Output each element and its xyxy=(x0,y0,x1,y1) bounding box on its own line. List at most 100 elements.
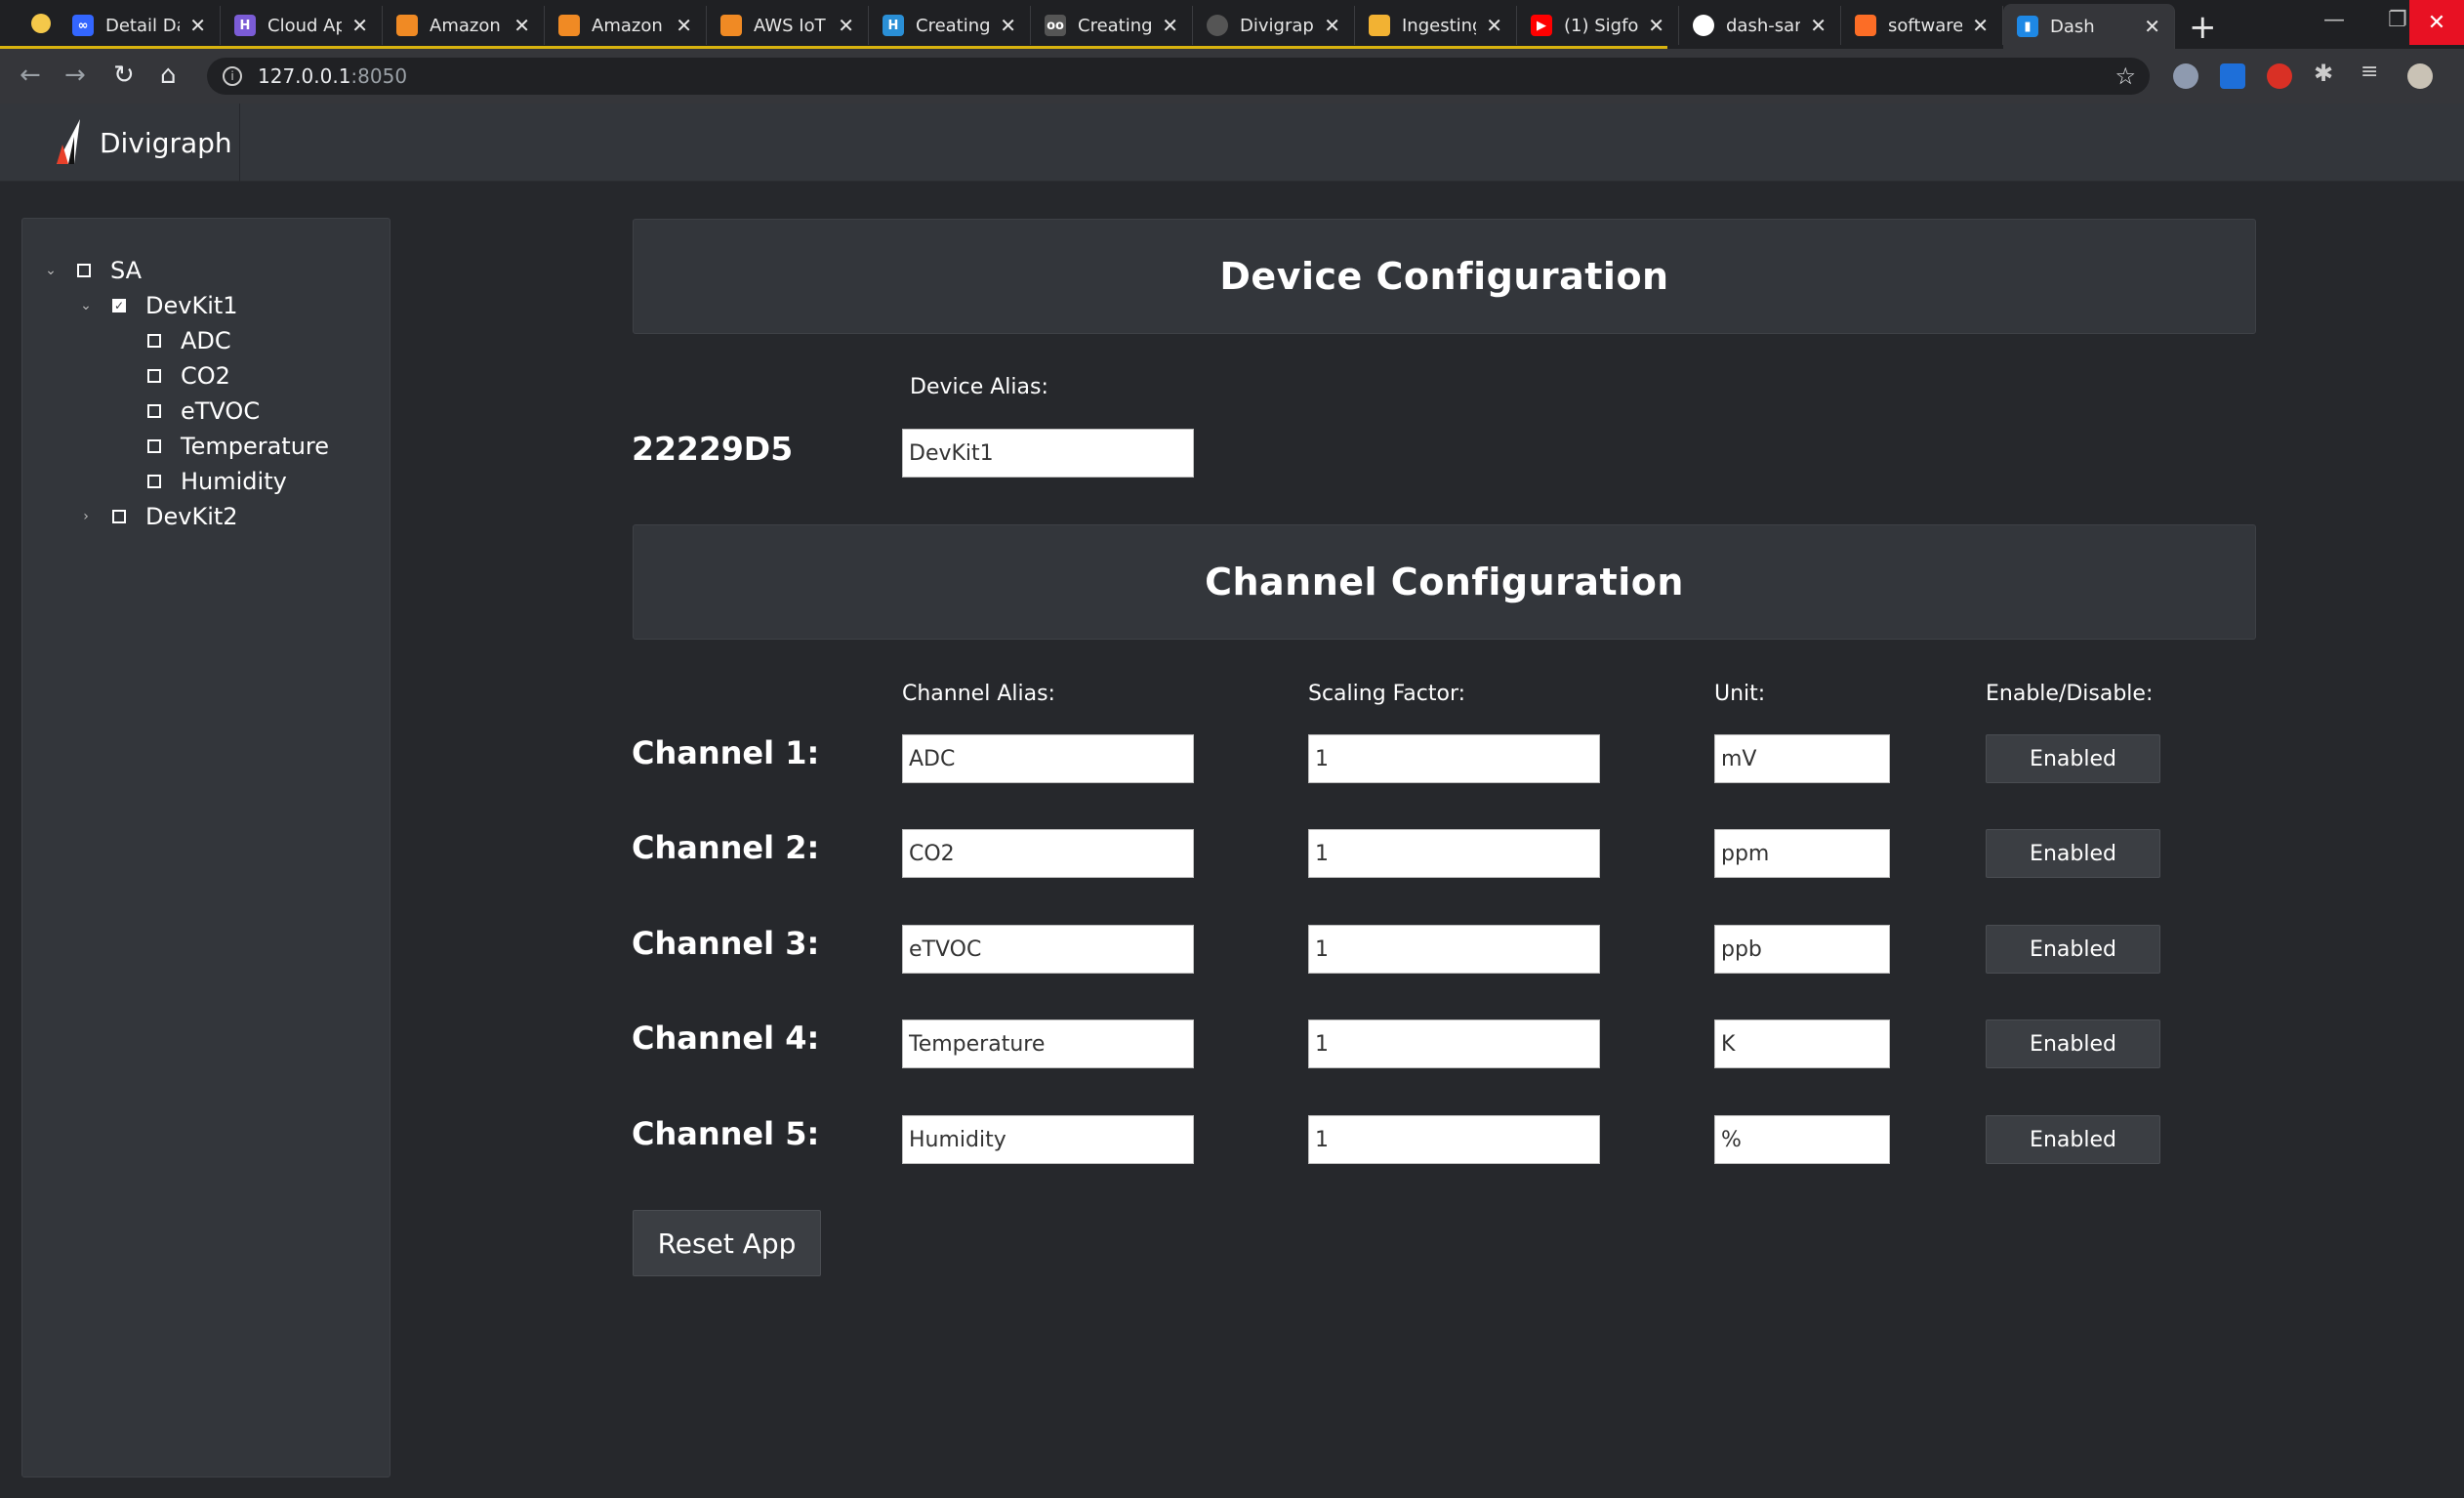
channel-alias-input[interactable] xyxy=(902,925,1194,974)
checkbox[interactable] xyxy=(147,439,161,453)
unit-header: Unit: xyxy=(1714,682,1766,706)
scaling-factor-input[interactable] xyxy=(1308,925,1600,974)
tree-node-devkit1[interactable]: ⌄ ✓ DevKit1 xyxy=(79,289,237,322)
h-square-icon: H xyxy=(883,15,904,36)
bookmark-star-icon[interactable]: ☆ xyxy=(2115,62,2136,90)
extension-icon[interactable] xyxy=(2267,63,2292,89)
site-info-icon[interactable]: i xyxy=(223,66,242,86)
scaling-factor-input[interactable] xyxy=(1308,734,1600,783)
restore-icon[interactable]: ❐ xyxy=(2388,8,2407,32)
browser-tab[interactable]: oo Creating ✕ xyxy=(1031,6,1193,45)
checkbox[interactable] xyxy=(112,510,126,523)
close-icon[interactable]: ✕ xyxy=(1486,14,1502,37)
forward-arrow-icon[interactable]: → xyxy=(64,61,86,90)
box-icon xyxy=(1369,15,1390,36)
infinity-icon: ∞ xyxy=(72,15,94,36)
minimize-icon[interactable]: — xyxy=(2323,8,2345,32)
channel-alias-input[interactable] xyxy=(902,1115,1194,1164)
scaling-factor-input[interactable] xyxy=(1308,829,1600,878)
chevron-down-icon[interactable]: ⌄ xyxy=(44,263,58,278)
close-icon[interactable]: ✕ xyxy=(513,14,530,37)
channel-alias-input[interactable] xyxy=(902,734,1194,783)
tree-node-channel[interactable]: CO2 xyxy=(114,359,230,393)
browser-tab[interactable]: ▶ (1) Sigfo ✕ xyxy=(1517,6,1679,45)
address-bar[interactable]: i 127.0.0.1:8050 ☆ xyxy=(207,58,2150,95)
home-icon[interactable]: ⌂ xyxy=(160,61,177,90)
close-icon[interactable]: ✕ xyxy=(2144,15,2160,38)
channel-alias-input[interactable] xyxy=(902,1019,1194,1068)
checkbox[interactable] xyxy=(147,475,161,488)
browser-tab[interactable]: dash-san ✕ xyxy=(1679,6,1841,45)
close-icon[interactable]: ✕ xyxy=(1162,14,1178,37)
device-alias-label: Device Alias: xyxy=(910,375,1048,399)
tab-title: software xyxy=(1888,15,1962,36)
enable-toggle-button[interactable]: Enabled xyxy=(1986,734,2160,783)
browser-tab[interactable]: H Cloud Ap ✕ xyxy=(221,6,383,45)
enable-toggle-button[interactable]: Enabled xyxy=(1986,925,2160,974)
tree-node-sa[interactable]: ⌄ SA xyxy=(44,254,142,287)
unit-input[interactable] xyxy=(1714,1019,1890,1068)
channel-alias-input[interactable] xyxy=(902,829,1194,878)
dash-chart-icon: ▮ xyxy=(2017,16,2038,37)
profile-avatar[interactable] xyxy=(2407,63,2433,89)
unit-input[interactable] xyxy=(1714,734,1890,783)
chevron-down-icon[interactable]: ⌄ xyxy=(79,298,93,313)
browser-tab[interactable]: H Creating ✕ xyxy=(869,6,1031,45)
chevron-right-icon[interactable]: › xyxy=(79,509,93,524)
new-tab-plus-icon[interactable]: + xyxy=(2189,8,2217,47)
back-arrow-icon[interactable]: ← xyxy=(20,61,41,90)
youtube-icon: ▶ xyxy=(1531,15,1552,36)
browser-tab[interactable]: Divigrap ✕ xyxy=(1193,6,1355,45)
extension-icon[interactable] xyxy=(2220,63,2245,89)
reading-list-icon[interactable]: ≡ xyxy=(2361,60,2386,85)
tree-node-channel[interactable]: Temperature xyxy=(114,430,329,463)
checkbox[interactable] xyxy=(147,334,161,348)
browser-tab[interactable]: Amazon ✕ xyxy=(545,6,707,45)
divigraph-logo-icon xyxy=(57,119,80,164)
tab-title: Dash xyxy=(2050,16,2095,37)
tab-title: Creating xyxy=(1078,15,1152,36)
puzzle-extensions-icon[interactable]: ✱ xyxy=(2314,60,2339,87)
reload-icon[interactable]: ↻ xyxy=(113,61,135,90)
browser-tab[interactable]: Ingesting ✕ xyxy=(1355,6,1517,45)
checkbox[interactable] xyxy=(147,369,161,383)
enable-toggle-button[interactable]: Enabled xyxy=(1986,829,2160,878)
close-icon[interactable]: ✕ xyxy=(1810,14,1827,37)
browser-tab[interactable]: software ✕ xyxy=(1841,6,2003,45)
enable-toggle-button[interactable]: Enabled xyxy=(1986,1115,2160,1164)
reset-app-button[interactable]: Reset App xyxy=(633,1210,821,1276)
browser-tab-active[interactable]: ▮ Dash ✕ xyxy=(2003,4,2175,49)
close-icon[interactable]: ✕ xyxy=(838,14,854,37)
close-icon[interactable]: ✕ xyxy=(1000,14,1016,37)
scaling-factor-input[interactable] xyxy=(1308,1115,1600,1164)
device-alias-input[interactable] xyxy=(902,429,1194,478)
close-icon[interactable]: ✕ xyxy=(351,14,368,37)
enable-disable-header: Enable/Disable: xyxy=(1986,682,2154,706)
browser-tab[interactable]: ∞ Detail Da ✕ xyxy=(59,6,221,45)
extension-icon[interactable] xyxy=(2173,63,2198,89)
close-icon[interactable]: ✕ xyxy=(676,14,692,37)
tree-node-channel[interactable]: ADC xyxy=(114,324,231,357)
tree-node-channel[interactable]: Humidity xyxy=(114,465,287,498)
tab-title: Cloud Ap xyxy=(267,15,342,36)
checkbox[interactable] xyxy=(147,404,161,418)
unit-input[interactable] xyxy=(1714,1115,1890,1164)
browser-tab[interactable]: Amazon ✕ xyxy=(383,6,545,45)
scaling-factor-input[interactable] xyxy=(1308,1019,1600,1068)
close-icon[interactable]: ✕ xyxy=(1972,14,1989,37)
tree-node-devkit2[interactable]: › DevKit2 xyxy=(79,500,237,533)
unit-input[interactable] xyxy=(1714,925,1890,974)
browser-tab[interactable]: AWS IoT ✕ xyxy=(707,6,869,45)
checkbox-checked[interactable]: ✓ xyxy=(112,299,126,312)
checkbox[interactable] xyxy=(77,264,91,277)
tree-node-channel[interactable]: eTVOC xyxy=(114,395,260,428)
unit-input[interactable] xyxy=(1714,829,1890,878)
close-icon[interactable]: ✕ xyxy=(189,14,206,37)
close-icon[interactable]: ✕ xyxy=(1324,14,1340,37)
enable-toggle-button[interactable]: Enabled xyxy=(1986,1019,2160,1068)
tree-node-label: CO2 xyxy=(181,362,230,390)
h-logo-icon: H xyxy=(234,15,256,36)
window-close-icon[interactable]: ✕ xyxy=(2409,0,2464,45)
close-icon[interactable]: ✕ xyxy=(1648,14,1664,37)
brand[interactable]: Divigraph xyxy=(39,104,240,182)
